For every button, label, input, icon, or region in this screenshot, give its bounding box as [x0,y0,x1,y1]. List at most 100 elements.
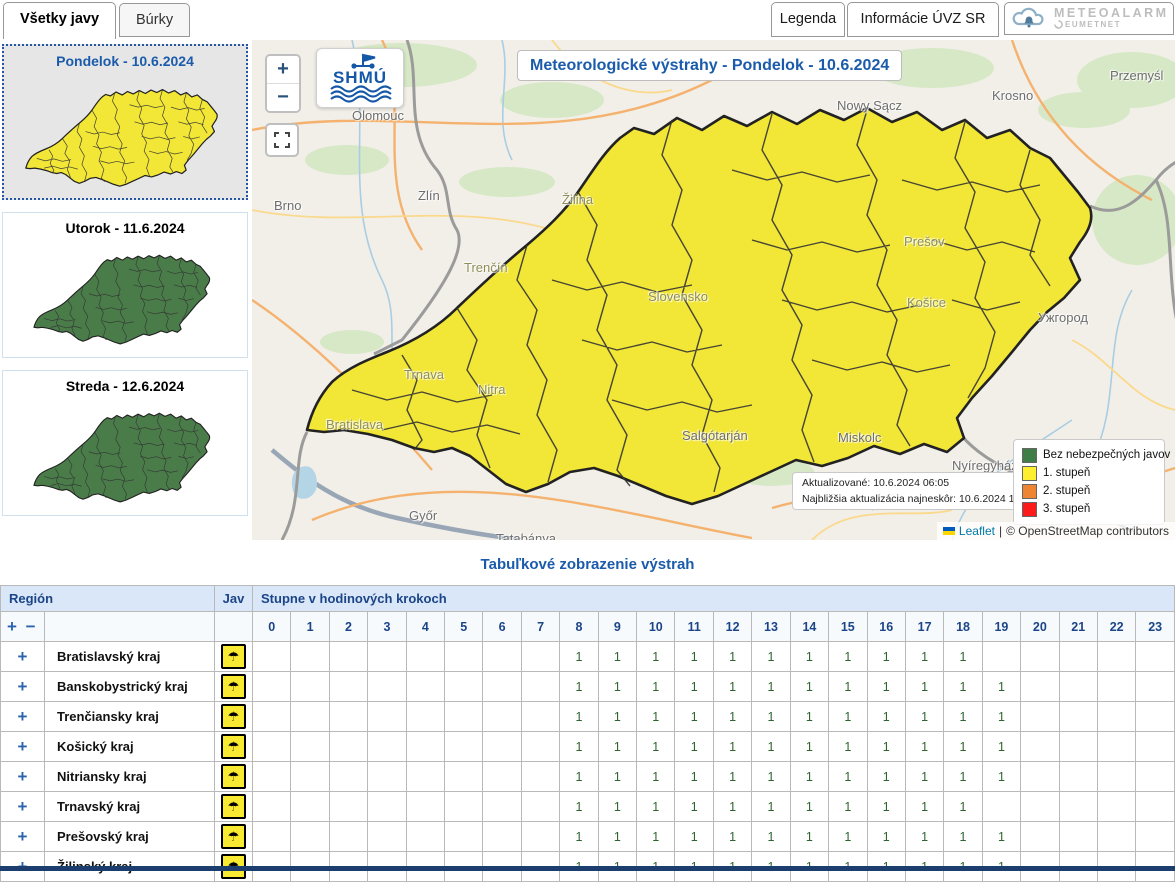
cell-hour-16-level-1: 1 [867,762,905,792]
day-thumbnail-pondelok-10-6-2024[interactable]: Pondelok - 10.6.2024 [2,44,248,200]
tab-bar: Všetky javyBúrky [0,0,190,39]
legend-button[interactable]: Legenda [771,2,845,37]
jav-cell: ☂ [215,822,253,852]
cell-hour-1-past [291,792,329,822]
storm-warning-icon[interactable]: ☂ [221,824,246,849]
osm-attribution[interactable]: © OpenStreetMap contributors [1006,524,1169,538]
cell-hour-7-past [521,792,559,822]
jav-cell: ☂ [215,732,253,762]
storm-warning-icon[interactable]: ☂ [221,674,246,699]
hour-header-21: 21 [1059,612,1097,642]
cell-hour-19-no-warning [982,642,1020,672]
header-spacer-jav [215,612,253,642]
expand-collapse-all[interactable]: + − [1,612,45,642]
day-thumbnail-utorok-11-6-2024[interactable]: Utorok - 11.6.2024 [2,212,248,358]
column-header-jav: Jav [215,586,253,612]
warnings-table: RegiónJavStupne v hodinových krokoch+ −0… [0,585,1175,882]
cell-hour-16-level-1: 1 [867,792,905,822]
storm-warning-icon[interactable]: ☂ [221,704,246,729]
cell-hour-17-level-1: 1 [905,822,943,852]
region-name: Trnavský kraj [45,792,215,822]
row-expander-button[interactable]: + [1,702,45,732]
cell-hour-11-level-1: 1 [675,672,713,702]
cell-hour-5-past [445,672,483,702]
cell-hour-18-level-1: 1 [944,702,982,732]
cell-hour-23-no-warning [1136,762,1175,792]
region-name: Nitriansky kraj [45,762,215,792]
storm-warning-icon[interactable]: ☂ [221,734,246,759]
warning-table-section: Tabuľkové zobrazenie výstrah RegiónJavSt… [0,540,1175,882]
table-row-banskobystrick-kraj: +Banskobystrický kraj☂111111111111 [1,672,1175,702]
cell-hour-2-past [329,762,367,792]
table-row-trnavsk-kraj: +Trnavský kraj☂11111111111 [1,792,1175,822]
cell-hour-0-past [253,822,291,852]
meteoalarm-logo[interactable]: METEOALARM EUMETNET [1004,2,1174,35]
hour-header-18: 18 [944,612,982,642]
day-thumbnail-streda-12-6-2024[interactable]: Streda - 12.6.2024 [2,370,248,516]
cell-hour-5-past [445,702,483,732]
cell-hour-22-no-warning [1097,762,1135,792]
region-name: Banskobystrický kraj [45,672,215,702]
cell-hour-20-no-warning [1021,822,1059,852]
shmu-waves-icon [331,87,391,102]
cell-hour-9-level-1: 1 [598,762,636,792]
updated-at-text: Aktualizované: 10.6.2024 06:05 [802,475,1035,491]
cell-hour-18-level-1: 1 [944,642,982,672]
row-expander-button[interactable]: + [1,672,45,702]
table-title: Tabuľkové zobrazenie výstrah [0,540,1175,573]
storm-warning-icon[interactable]: ☂ [221,644,246,669]
hour-header-16: 16 [867,612,905,642]
leaflet-link[interactable]: Leaflet [959,524,995,538]
fullscreen-button[interactable] [265,123,299,157]
cell-hour-19-no-warning [982,792,1020,822]
day-thumbnail-map [4,73,246,195]
zoom-in-button[interactable]: + [267,56,299,83]
cell-hour-14-level-1: 1 [790,762,828,792]
day-thumbnail-title: Pondelok - 10.6.2024 [4,53,246,69]
hour-header-1: 1 [291,612,329,642]
row-expander-button[interactable]: + [1,762,45,792]
hour-header-10: 10 [637,612,675,642]
top-bar: Všetky javyBúrky Legenda Informácie ÚVZ … [0,0,1175,40]
cell-hour-6-past [483,672,521,702]
fullscreen-icon [274,132,290,148]
cell-hour-11-level-1: 1 [675,792,713,822]
region-name: Prešovský kraj [45,822,215,852]
cell-hour-5-past [445,762,483,792]
warning-map[interactable]: Meteorologické výstrahy - Pondelok - 10.… [252,40,1175,541]
legend-swatch [1022,448,1037,463]
cell-hour-1-past [291,822,329,852]
row-expander-button[interactable]: + [1,792,45,822]
cell-hour-21-no-warning [1059,642,1097,672]
zoom-out-button[interactable]: − [267,83,299,111]
cell-hour-8-level-1: 1 [560,822,598,852]
cell-hour-6-past [483,762,521,792]
hour-header-7: 7 [521,612,559,642]
cell-hour-10-level-1: 1 [637,732,675,762]
storm-warning-icon[interactable]: ☂ [221,794,246,819]
tab-b-rky[interactable]: Búrky [119,3,190,37]
legend-label: Bez nebezpečných javov [1043,449,1170,461]
row-expander-button[interactable]: + [1,642,45,672]
hour-header-6: 6 [483,612,521,642]
cell-hour-21-no-warning [1059,822,1097,852]
cell-hour-6-past [483,822,521,852]
cell-hour-13-level-1: 1 [752,642,790,672]
legend-swatch [1022,502,1037,517]
uvz-info-button[interactable]: Informácie ÚVZ SR [847,2,999,37]
cell-hour-11-level-1: 1 [675,702,713,732]
cell-hour-5-past [445,792,483,822]
cell-hour-13-level-1: 1 [752,732,790,762]
cell-hour-1-past [291,702,329,732]
storm-warning-icon[interactable]: ☂ [221,764,246,789]
cell-hour-14-level-1: 1 [790,642,828,672]
tab-v-etky-javy[interactable]: Všetky javy [3,2,116,39]
cell-hour-3-past [368,702,406,732]
cell-hour-20-no-warning [1021,672,1059,702]
cell-hour-21-no-warning [1059,762,1097,792]
row-expander-button[interactable]: + [1,822,45,852]
cell-hour-11-level-1: 1 [675,822,713,852]
cell-hour-18-level-1: 1 [944,732,982,762]
row-expander-button[interactable]: + [1,732,45,762]
cell-hour-8-level-1: 1 [560,702,598,732]
